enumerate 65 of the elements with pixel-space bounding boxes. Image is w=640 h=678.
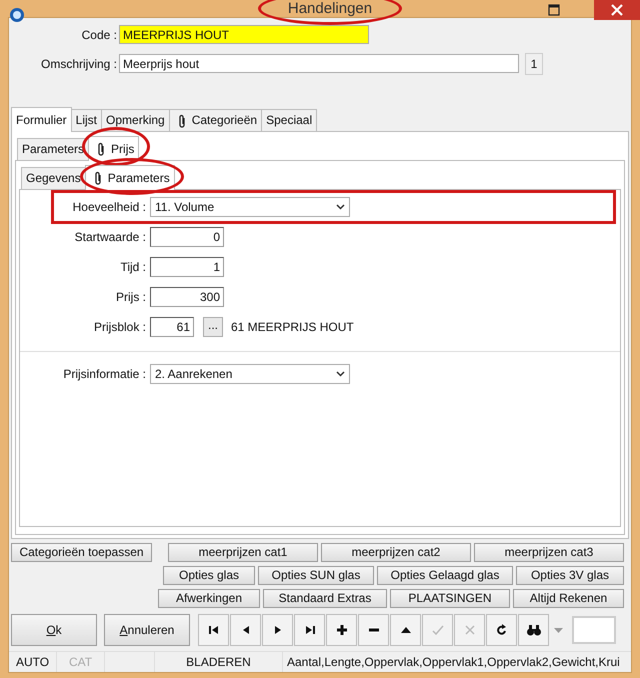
option-button[interactable]: Opties Gelaagd glas: [377, 566, 513, 585]
option-button[interactable]: PLAATSINGEN: [390, 589, 510, 608]
caret-icon: [336, 371, 345, 377]
field-label: Prijsinformatie :: [62, 367, 147, 381]
tab[interactable]: Speciaal: [261, 109, 318, 131]
apply-categories-button[interactable]: Categorieën toepassen: [11, 543, 152, 562]
option-button[interactable]: Altijd Rekenen: [513, 589, 624, 608]
paperclip-icon: [94, 171, 102, 185]
paperclip-icon: [178, 114, 186, 128]
tab[interactable]: Categorieën: [168, 109, 262, 131]
check-icon: [430, 623, 446, 637]
input-field[interactable]: Meerprijs hout: [119, 54, 519, 73]
option-button[interactable]: Afwerkingen: [158, 589, 260, 608]
option-button[interactable]: meerprijzen cat3: [474, 543, 624, 562]
option-button[interactable]: meerprijzen cat2: [321, 543, 471, 562]
input-field[interactable]: [572, 616, 616, 644]
input-field[interactable]: MEERPRIJS HOUT: [119, 25, 369, 44]
option-button[interactable]: meerprijzen cat1: [168, 543, 318, 562]
number-field[interactable]: 0: [150, 227, 224, 247]
status-cell: CAT: [57, 652, 105, 672]
toolbar-button[interactable]: [390, 614, 421, 646]
option-button[interactable]: Opties glas: [163, 566, 255, 585]
status-cell: AUTO: [9, 652, 57, 672]
dropdown[interactable]: 11. Volume: [150, 197, 350, 217]
counter-field: 1: [525, 52, 543, 74]
browse-button[interactable]: ...: [203, 317, 223, 337]
option-button[interactable]: Opties 3V glas: [516, 566, 624, 585]
tab[interactable]: Gegevens: [21, 167, 86, 189]
paperclip-icon: [97, 142, 106, 156]
status-cell: BLADEREN: [155, 652, 283, 672]
field-label: Hoeveelheid :: [72, 200, 147, 214]
field-label: Prijs :: [115, 290, 147, 304]
tab[interactable]: Parameters: [17, 138, 90, 160]
toolbar-button[interactable]: [198, 614, 229, 646]
number-field[interactable]: 1: [150, 257, 224, 277]
dropdown[interactable]: 2. Aanrekenen: [150, 364, 350, 384]
field-label: Prijsblok :: [92, 320, 147, 334]
lookup-description: 61 MEERPRIJS HOUT: [231, 320, 354, 334]
maximize-icon[interactable]: [548, 4, 560, 16]
number-field[interactable]: 300: [150, 287, 224, 307]
binoculars-icon: [526, 623, 542, 637]
toolbar-button[interactable]: [262, 614, 293, 646]
toolbar-button[interactable]: [326, 614, 357, 646]
option-button[interactable]: Standaard Extras: [263, 589, 387, 608]
field-label: Startwaarde :: [74, 230, 147, 244]
status-cell-text: Aantal,Lengte,Oppervlak,Oppervlak1,Oppervlak2,Gewicht,Krui: [286, 654, 621, 671]
number-field[interactable]: 61: [150, 317, 194, 337]
toolbar-button[interactable]: [230, 614, 261, 646]
field-label: Omschrijving :: [40, 56, 118, 70]
field-label: Tijd :: [119, 260, 147, 274]
tab[interactable]: Parameters: [84, 165, 175, 190]
caret-icon: [336, 204, 345, 210]
toolbar-button[interactable]: [518, 614, 549, 646]
toolbar-button[interactable]: [486, 614, 517, 646]
tab[interactable]: Formulier: [11, 107, 72, 132]
action-button[interactable]: Annuleren: [104, 614, 190, 646]
field-label: Code :: [80, 28, 118, 42]
toolbar-button[interactable]: [294, 614, 325, 646]
tab[interactable]: Prijs: [88, 136, 140, 161]
close-icon: [611, 4, 623, 16]
toolbar-button[interactable]: [358, 614, 389, 646]
action-button[interactable]: Ok: [11, 614, 97, 646]
window-title: Handelingen: [288, 0, 372, 17]
option-button[interactable]: Opties SUN glas: [258, 566, 374, 585]
close-button[interactable]: [594, 0, 640, 20]
